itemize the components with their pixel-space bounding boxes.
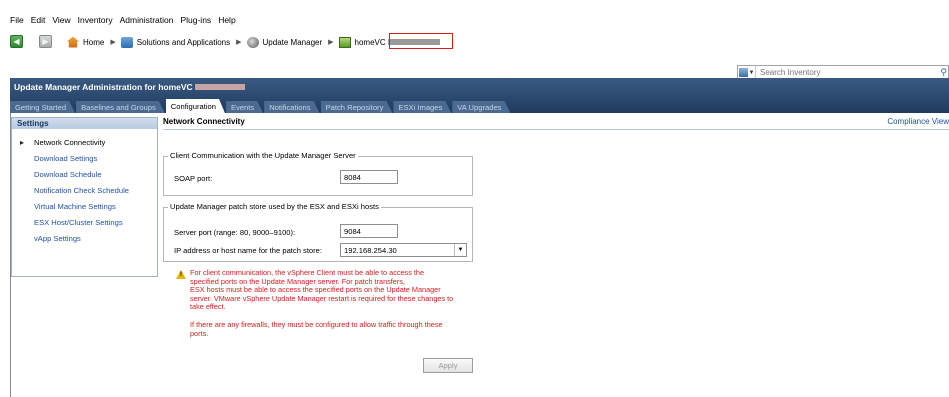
tab-events[interactable]: Events [226,101,263,113]
menu-view[interactable]: View [52,15,70,25]
tab-baselines-and-groups[interactable]: Baselines and Groups [76,101,165,113]
menu-bar: File Edit View Inventory Administration … [0,12,949,28]
tab-getting-started[interactable]: Getting Started [10,101,75,113]
search-icon[interactable]: ⚲ [940,67,947,78]
redacted-hostname [194,84,245,90]
patch-store-address-value: 192.168.254.30 [344,245,397,255]
client-communication-group: Client Communication with the Update Man… [163,151,473,196]
back-button[interactable]: ◀ [10,35,23,48]
forward-button[interactable]: ▶ [39,35,52,48]
menu-inventory[interactable]: Inventory [78,15,113,25]
breadcrumb-solutions[interactable]: Solutions and Applications [120,36,230,48]
settings-panel: Settings Network Connectivity Download S… [11,117,158,277]
restart-warning: ! For client communication, the vSphere … [174,268,504,347]
configuration-content: Settings Network Connectivity Download S… [10,113,949,397]
update-manager-icon [246,36,259,48]
menu-file[interactable]: File [10,15,24,25]
apply-button[interactable]: Apply [423,358,473,373]
soap-port-input[interactable]: 8084 [340,170,398,184]
settings-item-virtual-machine-settings[interactable]: Virtual Machine Settings [12,198,157,214]
menu-help[interactable]: Help [218,15,235,25]
navigation-bar: ◀ ▶ Home ▶ Solutions and Applications ▶ … [0,32,949,80]
settings-item-vapp-settings[interactable]: vApp Settings [12,230,157,246]
tab-esxi-images[interactable]: ESXi Images [393,101,451,113]
server-port-label: Server port (range: 80, 9000–9100): [174,228,296,237]
highlight-box [389,33,453,49]
admin-title: Update Manager Administration for homeVC [14,82,245,92]
settings-item-download-settings[interactable]: Download Settings [12,150,157,166]
breadcrumb-update-manager[interactable]: Update Manager [246,36,322,48]
patch-store-address-select[interactable]: 192.168.254.30 ▼ [340,243,467,257]
solutions-icon [120,36,133,48]
home-icon [67,36,79,48]
admin-header: Update Manager Administration for homeVC… [10,78,949,113]
compliance-view-link[interactable]: Compliance View [887,117,949,126]
chevron-down-icon[interactable]: ▼ [454,244,466,256]
inventory-icon [738,68,748,77]
divider [163,129,949,130]
warning-text: For client communication, the vSphere Cl… [190,268,454,338]
settings-item-network-connectivity[interactable]: Network Connectivity [12,134,157,150]
settings-item-notification-check-schedule[interactable]: Notification Check Schedule [12,182,157,198]
tab-notifications[interactable]: Notifications [264,101,319,113]
tab-configuration[interactable]: Configuration [166,99,225,113]
soap-port-label: SOAP port: [174,174,213,183]
patch-store-legend: Update Manager patch store used by the E… [168,202,381,211]
settings-item-download-schedule[interactable]: Download Schedule [12,166,157,182]
settings-item-esx-host-cluster-settings[interactable]: ESX Host/Cluster Settings [12,214,157,230]
breadcrumb-separator-icon: ▶ [236,39,242,46]
chevron-down-icon: ▼ [748,69,755,76]
tab-patch-repository[interactable]: Patch Repository [321,101,393,113]
search-input[interactable] [756,68,931,77]
page-title: Network Connectivity [163,117,245,126]
settings-heading: Settings [12,118,157,129]
server-port-input[interactable]: 9084 [340,224,398,238]
patch-store-group: Update Manager patch store used by the E… [163,202,473,262]
vcenter-icon [338,36,351,48]
forward-arrow-icon: ▶ [42,37,49,46]
back-arrow-icon: ◀ [13,37,20,46]
tab-va-upgrades[interactable]: VA Upgrades [452,101,510,113]
settings-list: Network Connectivity Download Settings D… [12,129,157,246]
menu-edit[interactable]: Edit [31,15,46,25]
client-communication-legend: Client Communication with the Update Man… [168,151,358,160]
tab-strip: Getting Started Baselines and Groups Con… [10,98,511,113]
breadcrumb-separator-icon: ▶ [110,39,116,46]
menu-plugins[interactable]: Plug-ins [180,15,211,25]
breadcrumb-separator-icon: ▶ [328,39,334,46]
menu-administration[interactable]: Administration [120,15,174,25]
patch-store-address-label: IP address or host name for the patch st… [174,246,323,255]
breadcrumb-home[interactable]: Home [67,36,104,48]
